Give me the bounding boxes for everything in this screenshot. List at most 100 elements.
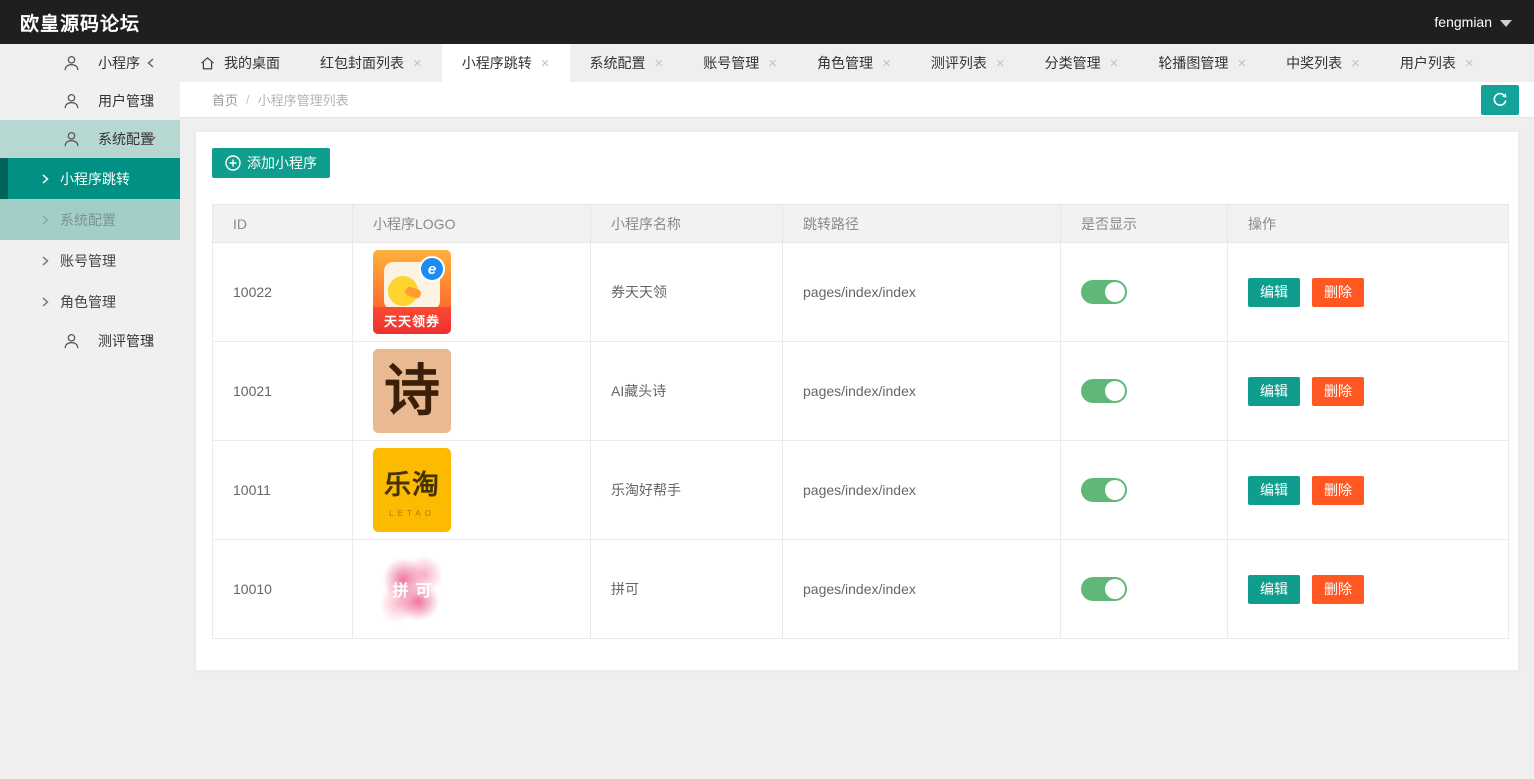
tab-my-desktop[interactable]: 我的桌面	[180, 44, 300, 82]
tab-evaluation-list[interactable]: 测评列表 ×	[911, 44, 1025, 82]
tab-label: 账号管理	[703, 55, 760, 71]
sidebar-item-mini-program[interactable]: 小程序	[0, 44, 180, 82]
visibility-toggle[interactable]	[1081, 577, 1127, 601]
breadcrumb-current: 小程序管理列表	[257, 93, 349, 108]
sidebar-subitem-label: 账号管理	[60, 252, 116, 269]
close-icon[interactable]: ×	[1237, 56, 1246, 71]
sidebar-item-evaluation-management[interactable]: 测评管理	[0, 322, 180, 360]
delete-button[interactable]: 删除	[1312, 574, 1364, 604]
tab-system-config[interactable]: 系统配置 ×	[570, 44, 684, 82]
name-cell: 拼可	[590, 539, 783, 639]
plus-circle-icon	[225, 155, 241, 171]
edit-button[interactable]: 编辑	[1248, 277, 1300, 307]
chevron-down-icon	[145, 134, 156, 145]
path-cell: pages/index/index	[782, 539, 1061, 639]
id-cell: 10022	[212, 242, 353, 342]
logo-text: 天天领券	[373, 307, 451, 334]
tab-category-management[interactable]: 分类管理 ×	[1025, 44, 1139, 82]
id-cell: 10011	[212, 440, 353, 540]
toggle-knob	[1105, 579, 1125, 599]
visible-cell	[1060, 440, 1228, 540]
breadcrumb-bar: 首页 / 小程序管理列表	[180, 82, 1534, 118]
tab-red-packet-cover-list[interactable]: 红包封面列表 ×	[300, 44, 442, 82]
column-header: ID	[212, 204, 353, 243]
user-icon	[62, 130, 81, 149]
logo-text: 乐淘	[384, 469, 440, 500]
edit-button[interactable]: 编辑	[1248, 475, 1300, 505]
actions-cell: 编辑 删除	[1227, 341, 1509, 441]
close-icon[interactable]: ×	[1110, 56, 1119, 71]
logo-cell: 拼可	[352, 539, 591, 639]
close-icon[interactable]: ×	[768, 56, 777, 71]
toggle-knob	[1105, 480, 1125, 500]
name-cell: 乐淘好帮手	[590, 440, 783, 540]
chevron-right-icon	[40, 214, 50, 225]
table-row: 10021 诗 AI藏头诗 pages/index/index 编辑 删除	[212, 341, 1509, 441]
visibility-toggle[interactable]	[1081, 478, 1127, 502]
visibility-toggle[interactable]	[1081, 280, 1127, 304]
tab-label: 系统配置	[589, 55, 646, 71]
tab-user-list[interactable]: 用户列表 ×	[1380, 44, 1494, 82]
close-icon[interactable]: ×	[1465, 56, 1474, 71]
add-mini-program-button[interactable]: 添加小程序	[212, 148, 330, 178]
tab-mini-program-jump[interactable]: 小程序跳转 ×	[441, 44, 570, 82]
close-icon[interactable]: ×	[655, 56, 664, 71]
sidebar-subitem-account-management[interactable]: 账号管理	[0, 240, 180, 281]
user-icon	[62, 92, 81, 111]
sidebar-item-user-management[interactable]: 用户管理	[0, 82, 180, 120]
sidebar-subitem-label: 角色管理	[60, 293, 116, 310]
toggle-knob	[1105, 282, 1125, 302]
user-menu[interactable]: fengmian	[1434, 14, 1512, 30]
actions-cell: 编辑 删除	[1227, 242, 1509, 342]
table-header-row: ID 小程序LOGO 小程序名称 跳转路径 是否显示 操作	[212, 204, 1509, 243]
close-icon[interactable]: ×	[1351, 56, 1360, 71]
tab-account-management[interactable]: 账号管理 ×	[683, 44, 797, 82]
column-header: 小程序名称	[590, 204, 783, 243]
e-badge: e	[419, 256, 445, 282]
sidebar-subitem-label: 系统配置	[60, 211, 116, 228]
visible-cell	[1060, 539, 1228, 639]
name-cell: AI藏头诗	[590, 341, 783, 441]
tab-role-management[interactable]: 角色管理 ×	[797, 44, 911, 82]
sidebar-item-system-config[interactable]: 系统配置	[0, 120, 180, 158]
table-row: 10022 e 天天领券 券天天领 pages/index/index 编辑 删除	[212, 242, 1509, 342]
refresh-button[interactable]	[1481, 85, 1519, 115]
tab-label: 我的桌面	[224, 55, 280, 71]
edit-button[interactable]: 编辑	[1248, 376, 1300, 406]
column-header: 小程序LOGO	[352, 204, 591, 243]
sidebar-item-label: 小程序	[98, 55, 140, 71]
delete-button[interactable]: 删除	[1312, 376, 1364, 406]
logo-cell: 诗	[352, 341, 591, 441]
tab-label: 测评列表	[930, 55, 987, 71]
tab-carousel-management[interactable]: 轮播图管理 ×	[1138, 44, 1266, 82]
close-icon[interactable]: ×	[996, 56, 1005, 71]
top-bar: 欧皇源码论坛 fengmian	[0, 0, 1534, 44]
visibility-toggle[interactable]	[1081, 379, 1127, 403]
logo-subtext: LETAO	[389, 508, 435, 518]
id-cell: 10010	[212, 539, 353, 639]
delete-button[interactable]: 删除	[1312, 475, 1364, 505]
main-content: 添加小程序 ID 小程序LOGO 小程序名称 跳转路径 是否显示 操作 10022 e 天天领…	[180, 119, 1534, 779]
logo-text: 拼可	[392, 583, 439, 600]
sidebar-subitem-role-management[interactable]: 角色管理	[0, 281, 180, 322]
visible-cell	[1060, 341, 1228, 441]
column-header: 操作	[1227, 204, 1509, 243]
app-logo-ttlq: e 天天领券	[373, 250, 451, 334]
sidebar-subitem-system-config-sub[interactable]: 系统配置	[0, 199, 180, 240]
chevron-left-icon	[146, 96, 156, 106]
actions-cell: 编辑 删除	[1227, 440, 1509, 540]
delete-button[interactable]: 删除	[1312, 277, 1364, 307]
add-button-label: 添加小程序	[247, 155, 317, 171]
breadcrumb-home[interactable]: 首页	[212, 90, 238, 109]
tab-prize-list[interactable]: 中奖列表 ×	[1266, 44, 1380, 82]
edit-button[interactable]: 编辑	[1248, 574, 1300, 604]
tab-bar: 我的桌面 红包封面列表 × 小程序跳转 × 系统配置 × 账号管理 × 角色管理 × 测评列表 × 分类管…	[180, 44, 1534, 82]
close-icon[interactable]: ×	[882, 56, 891, 71]
path-cell: pages/index/index	[782, 242, 1061, 342]
content-card: 添加小程序 ID 小程序LOGO 小程序名称 跳转路径 是否显示 操作 10022 e 天天领…	[195, 131, 1519, 671]
path-cell: pages/index/index	[782, 440, 1061, 540]
close-icon[interactable]: ×	[413, 56, 422, 71]
close-icon[interactable]: ×	[541, 56, 550, 71]
chevron-right-icon	[40, 255, 50, 266]
sidebar-subitem-mini-program-jump[interactable]: 小程序跳转	[0, 158, 180, 199]
